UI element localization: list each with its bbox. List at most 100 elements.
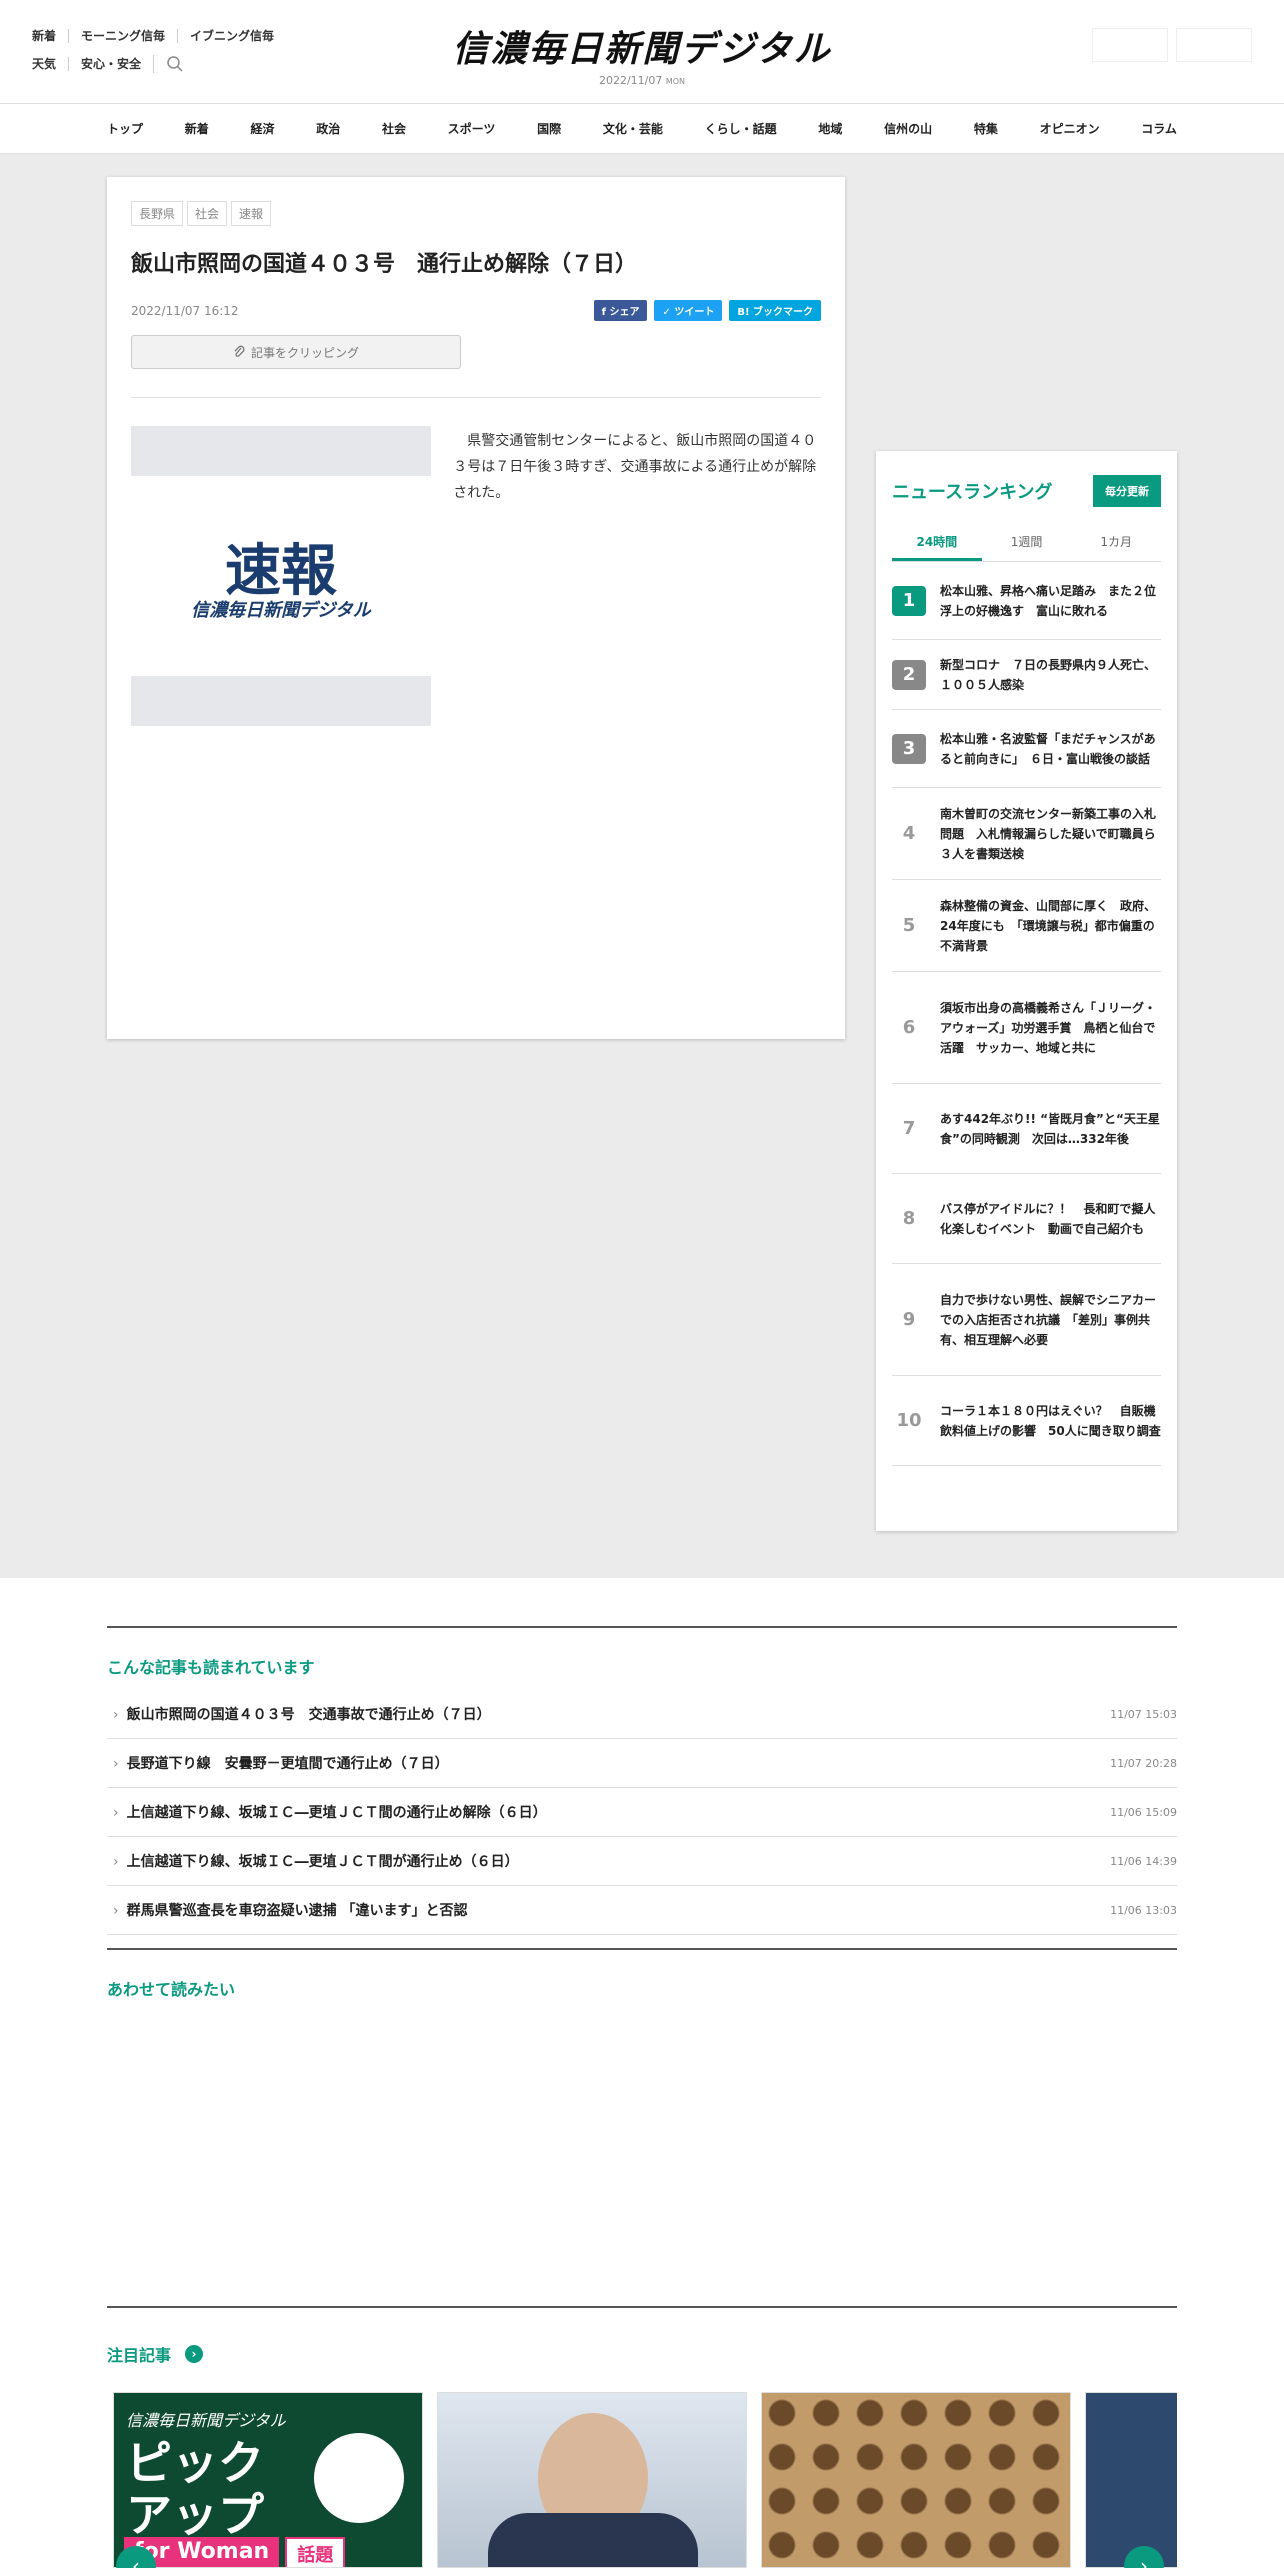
ranking-number: 10: [896, 1410, 922, 1431]
news-ranking: ニュースランキング 毎分更新 24時間 1週間 1カ月 1 松本山雅、昇格へ痛い足…: [876, 451, 1177, 1531]
ranking-text: 森林整備の資金、山間部に厚く 政府、24年度にも 「環境譲与税」都市偏重の不満背…: [940, 898, 1157, 953]
ranking-item[interactable]: 3 松本山雅・名波監督「まだチャンスがあると前向きに」 ６日・富山戦後の談話: [892, 710, 1161, 788]
nav-item[interactable]: 国際: [537, 120, 561, 137]
chevron-left-icon: ‹: [132, 2554, 140, 2568]
nav-item[interactable]: 文化・芸能: [603, 120, 663, 137]
paperclip-icon: [234, 345, 245, 357]
tag-breaking[interactable]: 速報: [231, 201, 272, 226]
article-tags: 長野県 社会 速報: [131, 201, 821, 226]
ranking-item[interactable]: 9 自力で歩けない男性、誤解でシニアカーでの入店拒否され抗議 「差別」事例共有、相…: [892, 1264, 1161, 1376]
nav-item[interactable]: オピニオン: [1040, 120, 1100, 137]
nav-item[interactable]: 地域: [818, 120, 842, 137]
ranking-number: 7: [902, 1118, 916, 1139]
clip-article-button[interactable]: 記事をクリッピング: [131, 335, 461, 369]
search-icon[interactable]: [153, 55, 196, 73]
ranking-number: 6: [902, 1017, 916, 1038]
related-item-title: 上信越道下り線、坂城ＩＣ―更埴ＪＣＴ間が通行止め（６日）: [113, 1851, 519, 1871]
tag-society[interactable]: 社会: [187, 201, 228, 226]
related-item-date: 11/06 13:03: [1110, 1903, 1177, 1917]
nav-item[interactable]: 新着: [185, 120, 209, 137]
link-safety[interactable]: 安心・安全: [68, 57, 153, 71]
header-date-value: 2022/11/07: [598, 74, 663, 87]
section-divider: [107, 1948, 1177, 1950]
related-item[interactable]: 長野道下り線 安曇野－更埴間で通行止め（７日） 11/07 20:28: [107, 1739, 1177, 1788]
header-button-2[interactable]: [1176, 28, 1252, 62]
chevron-right-icon: ›: [1140, 2554, 1148, 2568]
link-evening[interactable]: イブニング信毎: [177, 29, 286, 43]
ranking-item[interactable]: 4 南木曽町の交流センター新築工事の入札問題 入札情報漏らした疑いで町職員ら３人を…: [892, 788, 1161, 880]
ranking-number: 2: [892, 659, 926, 690]
nav-item[interactable]: 特集: [974, 120, 998, 137]
site-header: 新着 モーニング信毎 イブニング信毎 天気 安心・安全 信濃毎日新聞デジタル 2…: [0, 0, 1284, 104]
related-title: こんな記事も読まれています: [107, 1658, 315, 1677]
ranking-item[interactable]: 10 コーラ１本１８０円はえぐい？ 自販機飲料値上げの影響 50人に聞き取り調査: [892, 1376, 1161, 1466]
section-divider: [107, 2306, 1177, 2308]
ranking-text: コーラ１本１８０円はえぐい？ 自販機飲料値上げの影響 50人に聞き取り調査: [940, 1403, 1161, 1438]
ranking-item[interactable]: 7 あす442年ぶり!! “皆既月食”と“天王星食”の同時観測 次回は…332年後: [892, 1084, 1161, 1174]
related-item[interactable]: 飯山市照岡の国道４０３号 交通事故で通行止め（７日） 11/07 15:03: [107, 1690, 1177, 1739]
featured-card[interactable]: [437, 2392, 747, 2568]
person-body: [488, 2513, 698, 2567]
ranking-item[interactable]: 2 新型コロナ ７日の長野県内９人死亡、１００５人感染: [892, 640, 1161, 710]
nav-item[interactable]: コラム: [1141, 120, 1177, 137]
related-item[interactable]: 上信越道下り線、坂城ＩＣ―更埴ＪＣＴ間の通行止め解除（６日） 11/06 15:0…: [107, 1788, 1177, 1837]
ranking-item[interactable]: 1 松本山雅、昇格へ痛い足踏み また２位浮上の好機逸す 富山に敗れる: [892, 562, 1161, 640]
featured-card-title: ピックアップ: [126, 2436, 264, 2542]
nav-item[interactable]: くらし・話題: [705, 120, 777, 137]
featured-card[interactable]: [1085, 2392, 1177, 2568]
featured-card[interactable]: 信濃毎日新聞デジタル ピックアップ for Woman 話題: [113, 2392, 423, 2568]
ranking-header: ニュースランキング 毎分更新: [892, 475, 1161, 507]
ranking-text: あす442年ぶり!! “皆既月食”と“天王星食”の同時観測 次回は…332年後: [940, 1111, 1160, 1146]
ranking-number: 9: [902, 1309, 916, 1330]
tag-prefecture[interactable]: 長野県: [131, 201, 184, 226]
ranking-badge: 毎分更新: [1093, 475, 1161, 507]
nav-item[interactable]: トップ: [107, 120, 143, 137]
article-body: 速報 信濃毎日新聞デジタル 県警交通管制センターによると、飯山市照岡の国道４０３…: [131, 426, 821, 726]
site-logo[interactable]: 信濃毎日新聞デジタル: [442, 20, 842, 72]
ranking-number: 8: [902, 1208, 916, 1229]
featured-brand: 信濃毎日新聞デジタル: [126, 2411, 286, 2430]
share-twitter-label: ツイート: [674, 307, 715, 318]
global-nav: トップ 新着 経済 政治 社会 スポーツ 国際 文化・芸能 くらし・話題 地域 信州の山 特集 オピニオ…: [0, 104, 1284, 154]
featured-title: 注目記事: [107, 2346, 172, 2365]
ranking-text: バス停がアイドルに？！ 長和町で擬人化楽しむイベント 動画で自己紹介も: [940, 1201, 1156, 1236]
related-item[interactable]: 群馬県警巡査長を車窃盗疑い逮捕 「違います」と否認 11/06 13:03: [107, 1886, 1177, 1935]
featured-tag: 話題: [285, 2537, 346, 2567]
nav-item[interactable]: 政治: [316, 120, 340, 137]
nav-item[interactable]: スポーツ: [448, 120, 496, 137]
ranking-list: 1 松本山雅、昇格へ痛い足踏み また２位浮上の好機逸す 富山に敗れる 2 新型コロナ …: [892, 562, 1161, 1466]
featured-carousel: 信濃毎日新聞デジタル ピックアップ for Woman 話題: [107, 2392, 1177, 2568]
share-twitter-button[interactable]: ✓ ツイート: [654, 300, 723, 321]
ranking-number: 4: [902, 823, 916, 844]
tab-24h[interactable]: 24時間: [892, 525, 982, 561]
ranking-item[interactable]: 5 森林整備の資金、山間部に厚く 政府、24年度にも 「環境譲与税」都市偏重の不満…: [892, 880, 1161, 972]
ranking-text: 松本山雅・名波監督「まだチャンスがあると前向きに」 ６日・富山戦後の談話: [940, 731, 1156, 766]
related-item[interactable]: 上信越道下り線、坂城ＩＣ―更埴ＪＣＴ間が通行止め（６日） 11/06 14:39: [107, 1837, 1177, 1886]
related-item-date: 11/07 15:03: [1110, 1707, 1177, 1721]
featured-card[interactable]: [761, 2392, 1071, 2568]
article-title: 飯山市照岡の国道４０３号 通行止め解除（７日）: [131, 252, 638, 277]
link-new[interactable]: 新着: [32, 29, 68, 43]
also-read-title: あわせて読みたい: [107, 1980, 236, 1999]
nav-item[interactable]: 信州の山: [884, 120, 932, 137]
nav-item[interactable]: 経済: [250, 120, 274, 137]
tab-1month[interactable]: 1カ月: [1071, 525, 1161, 561]
ranking-item[interactable]: 6 須坂市出身の高橋義希さん「Ｊリーグ・アウォーズ」功労選手賞 鳥栖と仙台で活躍 …: [892, 972, 1161, 1084]
share-buttons: f シェア ✓ ツイート B! ブックマーク: [593, 300, 821, 321]
tab-1week[interactable]: 1週間: [982, 525, 1072, 561]
featured-header[interactable]: 注目記事 ›: [107, 2342, 204, 2366]
header-button-1[interactable]: [1092, 28, 1168, 62]
header-links: 新着 モーニング信毎 イブニング信毎 天気 安心・安全: [32, 22, 286, 78]
nav-item[interactable]: 社会: [382, 120, 406, 137]
share-facebook-button[interactable]: f シェア: [593, 300, 648, 321]
ranking-item[interactable]: 8 バス停がアイドルに？！ 長和町で擬人化楽しむイベント 動画で自己紹介も: [892, 1174, 1161, 1264]
article-date: 2022/11/07 16:12: [131, 303, 239, 318]
link-weather[interactable]: 天気: [32, 57, 68, 71]
related-item-title: 長野道下り線 安曇野－更埴間で通行止め（７日）: [113, 1753, 449, 1773]
related-item-date: 11/06 15:09: [1110, 1805, 1177, 1819]
logo[interactable]: 信濃毎日新聞デジタル 2022/11/07 MON: [442, 20, 842, 87]
ranking-number: 3: [892, 733, 926, 764]
share-hatena-button[interactable]: B! ブックマーク: [729, 300, 821, 321]
link-morning[interactable]: モーニング信毎: [68, 29, 177, 43]
related-item-date: 11/07 20:28: [1110, 1756, 1177, 1770]
